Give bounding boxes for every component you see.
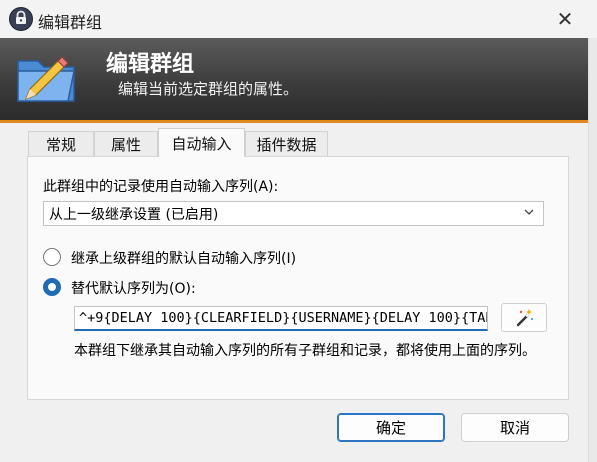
banner-subtitle: 编辑当前选定群组的属性。 bbox=[118, 80, 299, 98]
ok-button[interactable]: 确定 bbox=[337, 413, 445, 442]
radio-inherit-button[interactable] bbox=[43, 248, 61, 266]
tab-general[interactable]: 常规 bbox=[28, 131, 94, 156]
close-icon[interactable]: ✕ bbox=[552, 6, 578, 32]
lock-icon bbox=[9, 7, 33, 31]
chevron-down-icon bbox=[523, 206, 535, 222]
cancel-button[interactable]: 取消 bbox=[461, 413, 569, 442]
inherit-select[interactable]: 从上一级继承设置 (已启用) bbox=[43, 201, 544, 226]
sequence-input[interactable]: ^+9{DELAY 100}{CLEARFIELD}{USERNAME}{DEL… bbox=[74, 306, 488, 331]
folder-pencil-icon bbox=[17, 56, 75, 102]
title-bar: 编辑群组 ✕ bbox=[0, 0, 597, 39]
wand-button[interactable] bbox=[501, 303, 547, 332]
side-scrollbar[interactable] bbox=[588, 38, 597, 462]
radio-override-button[interactable] bbox=[43, 278, 61, 296]
header-banner: 编辑群组 编辑当前选定群组的属性。 bbox=[0, 38, 597, 123]
magic-wand-icon bbox=[516, 308, 534, 326]
tab-autotype[interactable]: 自动输入 bbox=[158, 128, 245, 157]
tab-plugin-data[interactable]: 插件数据 bbox=[245, 131, 328, 156]
inheritance-note: 本群组下继承其自动输入序列的所有子群组和记录，都将使用上面的序列。 bbox=[74, 343, 536, 359]
window-title: 编辑群组 bbox=[38, 13, 103, 32]
radio-inherit-label: 继承上级群组的默认自动输入序列(I) bbox=[71, 251, 297, 267]
banner-title: 编辑群组 bbox=[106, 52, 195, 77]
records-label: 此群组中的记录使用自动输入序列(A): bbox=[43, 179, 279, 195]
inherit-select-value: 从上一级继承设置 (已启用) bbox=[49, 206, 219, 223]
radio-override-label: 替代默认序列为(O): bbox=[71, 281, 196, 297]
tab-properties[interactable]: 属性 bbox=[94, 131, 158, 156]
